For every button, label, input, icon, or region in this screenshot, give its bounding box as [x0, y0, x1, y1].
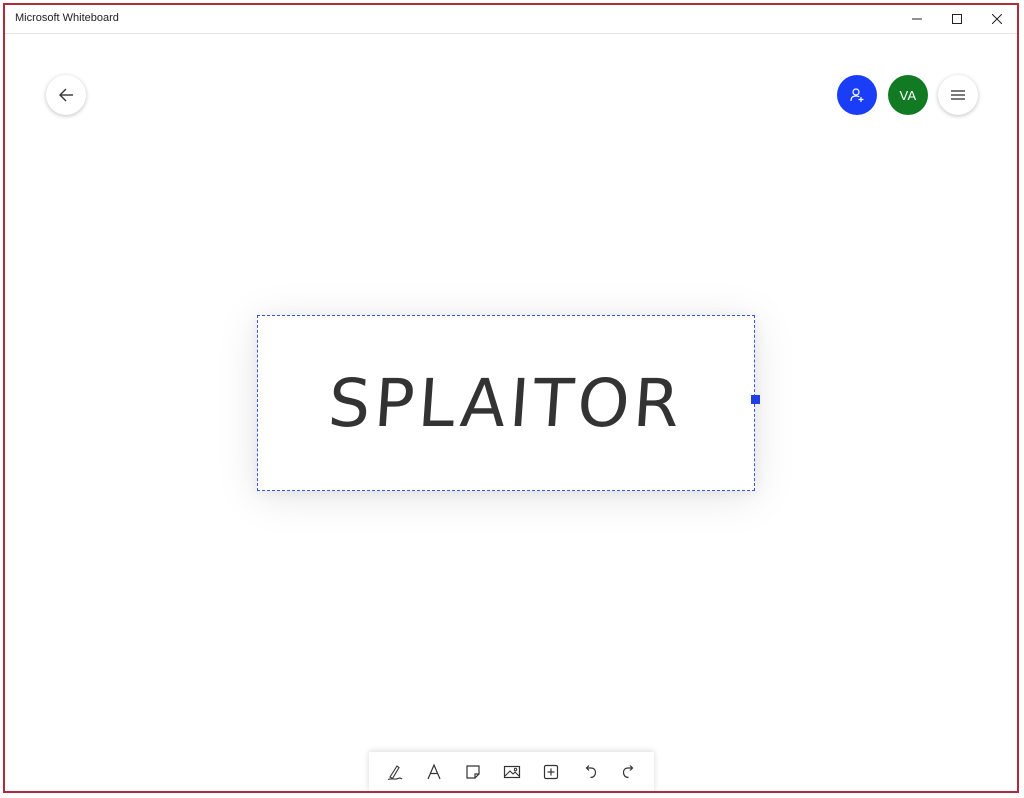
image-tool-button[interactable]: [497, 757, 527, 787]
window-title: Microsoft Whiteboard: [15, 12, 119, 24]
undo-icon: [585, 765, 596, 779]
whiteboard-canvas[interactable]: VA SPLAITOR: [5, 34, 1017, 791]
app-window: Microsoft Whiteboard VA SPLAITOR: [3, 3, 1019, 793]
person-add-icon: [850, 88, 864, 102]
user-avatar[interactable]: VA: [888, 75, 928, 115]
redo-button[interactable]: [614, 757, 644, 787]
back-button[interactable]: [46, 75, 86, 115]
avatar-initials: VA: [899, 87, 917, 103]
arrow-left-icon: [59, 88, 73, 102]
close-icon: [992, 14, 1002, 24]
pen-icon: [387, 765, 402, 781]
image-icon: [503, 765, 520, 779]
minimize-icon: [912, 18, 922, 20]
add-box-icon: [543, 764, 558, 780]
note-tool-button[interactable]: [458, 757, 488, 787]
ink-note[interactable]: SPLAITOR: [257, 315, 760, 491]
maximize-button[interactable]: [937, 5, 977, 33]
text-tool-button[interactable]: [419, 757, 449, 787]
resize-handle[interactable]: [751, 395, 760, 404]
menu-button[interactable]: [938, 75, 978, 115]
undo-button[interactable]: [575, 757, 605, 787]
sticky-note-icon: [465, 765, 480, 779]
title-bar: Microsoft Whiteboard: [5, 5, 1017, 34]
redo-icon: [622, 765, 633, 779]
pen-tool-button[interactable]: [380, 757, 410, 787]
close-button[interactable]: [977, 5, 1017, 33]
bottom-toolbar: [369, 752, 654, 791]
invite-button[interactable]: [837, 75, 877, 115]
text-icon: [426, 763, 441, 780]
selection-outline: [257, 315, 755, 491]
minimize-button[interactable]: [897, 5, 937, 33]
hamburger-menu-icon: [951, 90, 965, 100]
add-tool-button[interactable]: [536, 757, 566, 787]
maximize-icon: [952, 14, 962, 24]
